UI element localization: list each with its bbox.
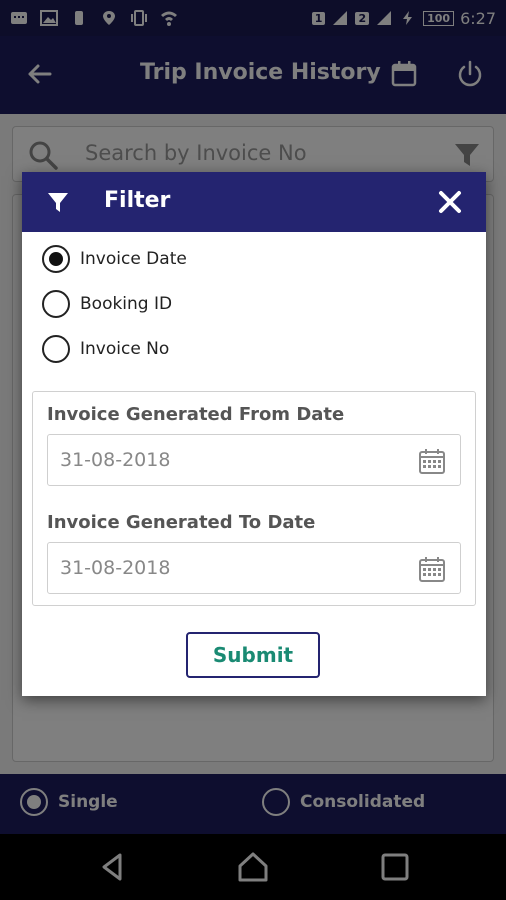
radio-button[interactable] (42, 290, 70, 318)
calendar-icon[interactable] (418, 555, 446, 583)
close-icon[interactable] (436, 188, 464, 216)
radio-label: Booking ID (80, 294, 173, 314)
dialog-header: Filter (22, 172, 486, 232)
radio-button[interactable] (42, 245, 70, 273)
submit-button[interactable]: Submit (186, 632, 320, 678)
radio-invoice-date[interactable]: Invoice Date (42, 245, 187, 273)
radio-booking-id[interactable]: Booking ID (42, 290, 172, 318)
radio-invoice-no[interactable]: Invoice No (42, 335, 169, 363)
from-date-value: 31-08-2018 (60, 449, 171, 471)
date-range-card: Invoice Generated From Date 31-08-2018 I… (32, 391, 476, 606)
radio-label: Invoice Date (80, 249, 187, 269)
filter-dialog: Filter Invoice Date Booking ID Invoice N… (22, 172, 486, 696)
calendar-icon[interactable] (418, 447, 446, 475)
from-date-field[interactable]: 31-08-2018 (47, 434, 461, 486)
filter-icon (48, 193, 68, 212)
to-date-value: 31-08-2018 (60, 557, 171, 579)
radio-button[interactable] (42, 335, 70, 363)
to-date-label: Invoice Generated To Date (47, 512, 316, 533)
from-date-label: Invoice Generated From Date (47, 404, 345, 425)
dialog-title: Filter (104, 188, 171, 213)
to-date-field[interactable]: 31-08-2018 (47, 542, 461, 594)
radio-label: Invoice No (80, 339, 170, 359)
